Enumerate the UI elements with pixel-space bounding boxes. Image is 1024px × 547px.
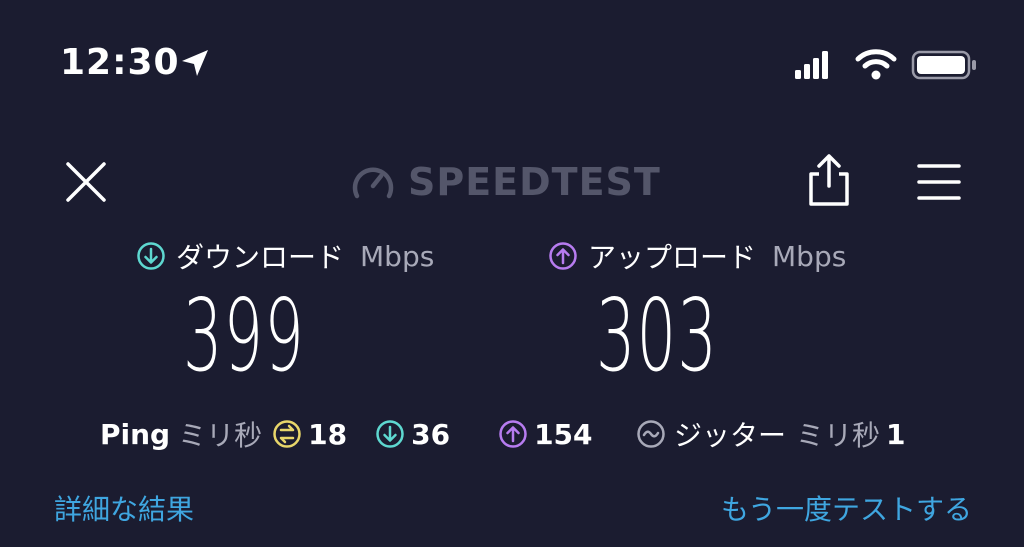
logo-text: SPEEDTEST — [408, 160, 661, 204]
download-arrow-icon — [376, 420, 404, 448]
jitter-wave-icon — [637, 420, 665, 448]
menu-button[interactable] — [915, 160, 963, 204]
download-arrow-icon — [137, 242, 165, 270]
jitter-value: 1 — [886, 417, 906, 451]
download-unit: Mbps — [360, 239, 435, 273]
status-time: 12:30 — [60, 42, 180, 83]
test-again-link[interactable]: もう一度テストする — [721, 488, 972, 528]
upload-arrow-icon — [549, 242, 577, 270]
download-label: ダウンロード — [176, 241, 345, 274]
jitter-label: ジッター — [674, 419, 787, 452]
cellular-signal-icon — [795, 51, 828, 79]
upload-header: アップロード Mbps — [548, 236, 846, 276]
download-value: 399 — [183, 277, 306, 394]
ping-download-value: 36 — [411, 417, 451, 451]
ping-unit: ミリ秒 — [178, 419, 263, 452]
jitter-unit: ミリ秒 — [796, 419, 881, 452]
ping-idle-value: 18 — [308, 417, 348, 451]
ping-label: Ping — [100, 417, 171, 451]
share-button[interactable] — [805, 152, 853, 208]
upload-label: アップロード — [588, 241, 757, 274]
ping-row: Ping ミリ秒 18 36 154 — [100, 414, 593, 454]
detailed-results-link[interactable]: 詳細な結果 — [54, 488, 194, 528]
upload-arrow-icon — [499, 420, 527, 448]
download-header: ダウンロード Mbps — [136, 236, 434, 276]
jitter-row: ジッター ミリ秒 1 — [636, 414, 906, 454]
upload-unit: Mbps — [772, 239, 847, 273]
upload-value: 303 — [596, 277, 719, 394]
battery-icon — [911, 50, 976, 80]
idle-ping-icon — [273, 420, 301, 448]
gauge-icon — [352, 167, 394, 199]
speedtest-logo: SPEEDTEST — [350, 160, 661, 204]
wifi-icon — [855, 49, 897, 80]
location-arrow-icon — [182, 50, 208, 76]
ping-upload-value: 154 — [534, 417, 593, 451]
close-button[interactable] — [62, 158, 110, 206]
